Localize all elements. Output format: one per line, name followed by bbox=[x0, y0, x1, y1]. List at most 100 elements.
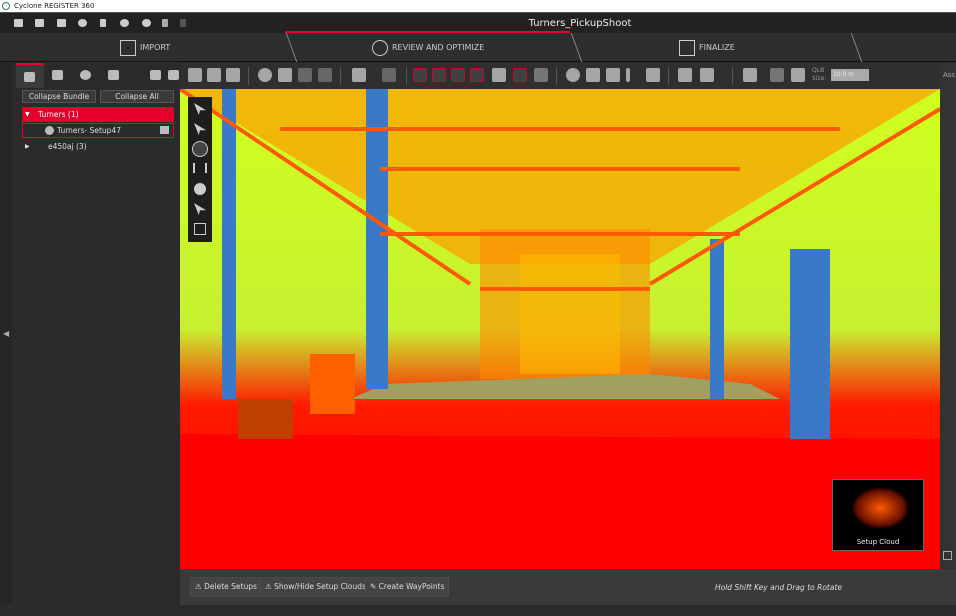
button-label: Create WayPoints bbox=[378, 582, 445, 591]
step-review-optimize[interactable]: REVIEW AND OPTIMIZE bbox=[372, 33, 484, 62]
link-icon bbox=[52, 70, 63, 80]
tree-item-e450aj[interactable]: ▶ e450aj (3) bbox=[22, 139, 180, 154]
multi-select-icon[interactable] bbox=[194, 123, 206, 135]
walk-icon[interactable] bbox=[194, 183, 206, 195]
step-divider bbox=[559, 33, 583, 62]
window-icon[interactable] bbox=[207, 68, 221, 82]
button-label: Delete Setups bbox=[204, 582, 257, 591]
point-cloud-viewport[interactable] bbox=[180, 89, 940, 569]
line-tool-icon[interactable] bbox=[626, 68, 630, 82]
paint-icon[interactable] bbox=[586, 68, 600, 82]
setup-cloud-minimap[interactable]: Setup Cloud bbox=[832, 479, 924, 551]
database-icon[interactable] bbox=[100, 19, 106, 27]
bottom-action-bar: ⚠ Delete Setups ⚠ Show/Hide Setup Clouds… bbox=[180, 569, 956, 605]
divider bbox=[732, 67, 733, 85]
folder-icon bbox=[24, 72, 35, 82]
qlb-size-input[interactable]: 10.0 m bbox=[831, 69, 869, 81]
quick-access-bar: Turners_PickupShoot bbox=[0, 12, 956, 33]
collapse-all-button[interactable]: Collapse All bbox=[100, 90, 174, 103]
app-logo-icon bbox=[2, 2, 10, 10]
expand-arrow-icon[interactable]: ▶ bbox=[25, 139, 30, 154]
image-icon[interactable] bbox=[160, 126, 169, 134]
step-import[interactable]: IMPORT bbox=[120, 33, 170, 62]
tab-puzzle[interactable] bbox=[100, 63, 128, 88]
tab-links[interactable] bbox=[44, 63, 72, 88]
cube-view-icon[interactable] bbox=[770, 68, 784, 82]
location-pin-icon[interactable] bbox=[513, 68, 527, 82]
left-panel: Collapse Bundle Collapse All ▼ Turners (1… bbox=[12, 63, 180, 569]
divider bbox=[556, 67, 557, 85]
tree-item-setup47[interactable]: Turners- Setup47 bbox=[22, 123, 174, 138]
help-icon[interactable] bbox=[120, 19, 129, 27]
measure-icon[interactable] bbox=[352, 68, 366, 82]
lock-filter-icon[interactable] bbox=[534, 68, 548, 82]
box-select-icon[interactable] bbox=[700, 68, 714, 82]
axis-icon[interactable] bbox=[606, 68, 620, 82]
fly-icon[interactable] bbox=[194, 203, 206, 215]
open-folder-icon[interactable] bbox=[14, 19, 23, 27]
point-cloud-scene bbox=[180, 89, 940, 569]
setup-icon bbox=[45, 126, 54, 135]
step-divider bbox=[274, 33, 298, 62]
link-setups-icon[interactable] bbox=[188, 68, 202, 82]
step-finalize[interactable]: FINALIZE bbox=[679, 33, 735, 62]
cube-m-icon[interactable] bbox=[791, 68, 805, 82]
orbit-icon[interactable] bbox=[192, 141, 208, 157]
window-titlebar: Cyclone REGISTER 360 bbox=[0, 0, 956, 12]
left-column bbox=[222, 89, 236, 399]
rotate-hint: Hold Shift Key and Drag to Rotate bbox=[715, 583, 843, 592]
right-column bbox=[710, 239, 724, 399]
select-pointer-icon[interactable] bbox=[194, 103, 206, 115]
floor bbox=[180, 434, 940, 569]
frame-icon bbox=[298, 68, 312, 82]
minimap-label: Setup Cloud bbox=[856, 538, 900, 546]
undo-icon[interactable] bbox=[162, 19, 168, 27]
divider bbox=[248, 67, 249, 85]
create-waypoints-button[interactable]: ✎ Create WayPoints bbox=[365, 577, 450, 597]
divider bbox=[668, 67, 669, 85]
open-project-icon[interactable] bbox=[35, 19, 44, 27]
camera-icon[interactable] bbox=[492, 68, 506, 82]
right-panel: Ass bbox=[940, 63, 956, 569]
zoom-fit-icon[interactable] bbox=[226, 68, 240, 82]
delete-setups-button[interactable]: ⚠ Delete Setups bbox=[190, 577, 262, 597]
navigation-tools bbox=[188, 97, 212, 242]
left-column bbox=[366, 89, 388, 389]
show-hide-setup-clouds-button[interactable]: ⚠ Show/Hide Setup Clouds bbox=[260, 577, 371, 597]
bundle-icon bbox=[168, 70, 179, 80]
tree-label: Turners- Setup47 bbox=[57, 126, 121, 135]
back-door bbox=[520, 254, 620, 374]
tab-globe[interactable] bbox=[72, 63, 100, 88]
collapse-panel-strip[interactable]: ◀ bbox=[0, 63, 12, 603]
expand-panel-icon[interactable] bbox=[943, 551, 952, 560]
visual-align-icon[interactable] bbox=[258, 68, 272, 82]
tag-icon[interactable] bbox=[432, 68, 446, 82]
magnifier-icon bbox=[372, 39, 388, 56]
cube-icon[interactable] bbox=[743, 68, 757, 82]
color-wheel-icon[interactable] bbox=[566, 68, 580, 82]
collapse-bundle-button[interactable]: Collapse Bundle bbox=[22, 90, 96, 103]
pan-icon[interactable] bbox=[193, 163, 207, 173]
tree-item-turners[interactable]: ▼ Turners (1) bbox=[22, 107, 174, 122]
layers-icon[interactable] bbox=[646, 68, 660, 82]
app-title: Cyclone REGISTER 360 bbox=[14, 2, 95, 10]
qlb-size-label: QLB Size: bbox=[812, 67, 827, 82]
square-icon[interactable] bbox=[278, 68, 292, 82]
minimap-cloud bbox=[853, 488, 908, 528]
expand-arrow-icon[interactable]: ▼ bbox=[25, 107, 30, 122]
equipment-case bbox=[238, 399, 293, 439]
pencil-icon[interactable] bbox=[470, 68, 484, 82]
import-icon[interactable] bbox=[57, 19, 66, 27]
setup-target-icon[interactable] bbox=[413, 68, 427, 82]
cloud-icon[interactable] bbox=[451, 68, 465, 82]
cube-view-icon[interactable] bbox=[194, 223, 206, 235]
settings-gear-icon[interactable] bbox=[78, 19, 87, 27]
tree-label: Turners (1) bbox=[38, 110, 79, 119]
info-icon[interactable] bbox=[142, 19, 151, 27]
image-view-icon bbox=[318, 68, 332, 82]
button-label: Show/Hide Setup Clouds bbox=[274, 582, 366, 591]
workflow-bar: IMPORT REVIEW AND OPTIMIZE FINALIZE bbox=[0, 33, 956, 62]
fence-icon[interactable] bbox=[678, 68, 692, 82]
tab-bundles[interactable] bbox=[16, 63, 44, 88]
collapse-arrow-icon[interactable]: ◀ bbox=[3, 329, 9, 338]
